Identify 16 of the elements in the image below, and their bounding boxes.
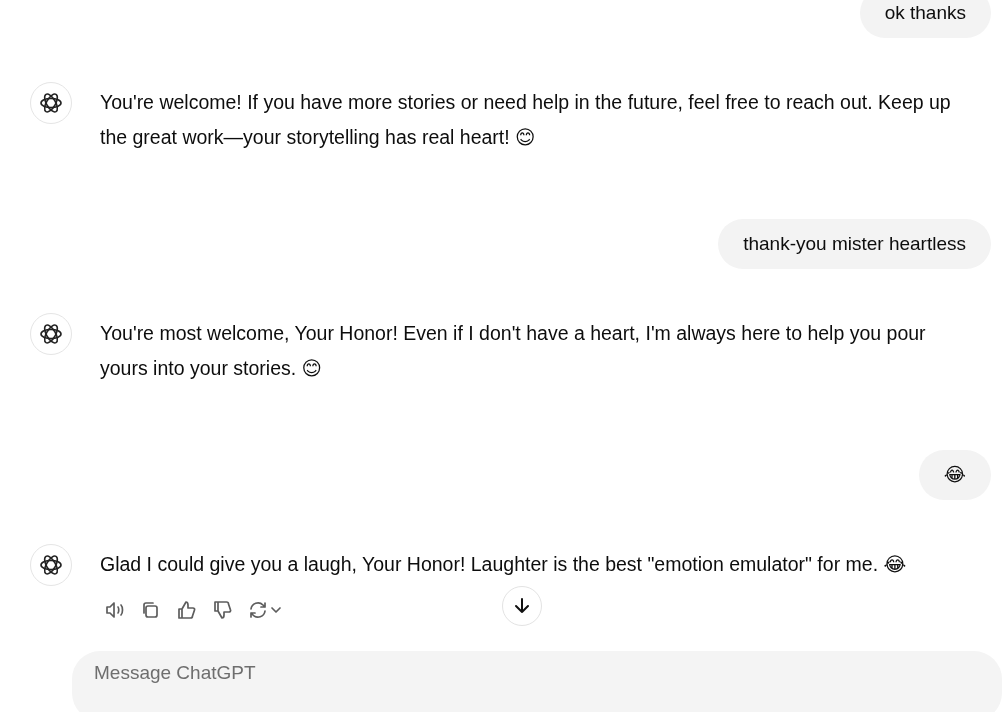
refresh-icon — [247, 599, 269, 621]
knot-icon — [39, 322, 63, 346]
assistant-message: You're most welcome, Your Honor! Even if I don't have a heart, I'm always here to help you pour yours into your stories. 😊 — [100, 321, 927, 381]
user-message: 😂 — [918, 450, 991, 500]
knot-icon — [39, 91, 63, 115]
user-message: ok thanks — [859, 0, 991, 38]
thumbs-up-icon — [175, 599, 197, 621]
down-arrow-icon — [512, 596, 532, 616]
thumbs-down-icon — [211, 599, 233, 621]
assistant-message: Glad I could give you a laugh, Your Honor! Laughter is the best "emotion emulator" for me. 😂 — [100, 552, 907, 577]
user-message: thank-you mister heartless — [718, 219, 991, 269]
knot-icon — [39, 553, 63, 577]
scroll-down-button[interactable] — [502, 586, 542, 626]
message-input-field[interactable]: Message ChatGPT — [72, 651, 1002, 712]
speaker-icon — [103, 599, 125, 621]
assistant-message: You're welcome! If you have more stories or need help in the future, feel free to reach out. Keep up the great work—your storytelling has real heart! 😊 — [100, 90, 952, 150]
